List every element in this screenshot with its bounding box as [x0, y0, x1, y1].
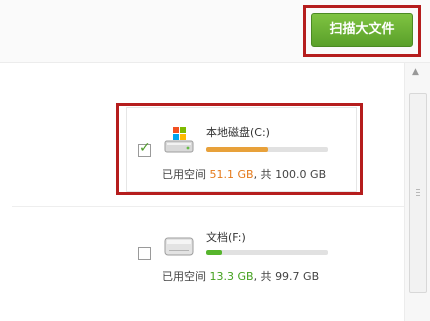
vertical-scrollbar[interactable]: ▲: [404, 63, 430, 321]
scrollbar-thumb[interactable]: [409, 93, 427, 293]
scan-button-highlight: [303, 5, 421, 57]
used-space-label: 已用空间: [162, 270, 206, 283]
drive-f-total-value: 99.7 GB: [275, 270, 320, 283]
drive-f-usage-fill: [206, 250, 222, 255]
grip-line: [416, 195, 420, 196]
grip-line: [416, 192, 420, 193]
scroll-up-arrow-icon[interactable]: ▲: [412, 67, 419, 77]
drive-f-usage-bar: [206, 250, 328, 255]
drive-f-checkbox[interactable]: [138, 247, 151, 260]
total-label: , 共: [253, 270, 272, 283]
drive-f-usage-text: 已用空间 13.3 GB, 共 99.7 GB: [162, 268, 319, 284]
grip-line: [416, 189, 420, 190]
drive-f-name: 文档(F:): [206, 231, 246, 244]
row-divider: [12, 206, 404, 207]
hard-drive-icon: [164, 237, 194, 256]
drive-f-used-value: 13.3 GB: [209, 270, 254, 283]
drive-c-highlight: [116, 103, 363, 195]
